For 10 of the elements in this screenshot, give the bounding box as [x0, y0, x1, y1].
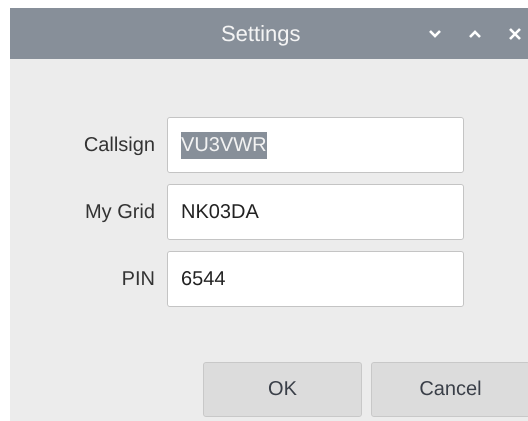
close-icon[interactable] [508, 26, 522, 40]
selected-text: VU3VWR [181, 132, 267, 158]
dialog-button[interactable]: Cancel [371, 362, 528, 417]
dialog-button[interactable]: OK [203, 362, 362, 417]
input-field[interactable]: NK03DA [167, 184, 464, 240]
window-title: Settings [221, 20, 300, 46]
input-field[interactable]: 6544 [167, 251, 464, 307]
field-label: Callsign [82, 134, 156, 156]
field-label: My Grid [84, 200, 156, 224]
field-label: PIN [120, 268, 156, 290]
